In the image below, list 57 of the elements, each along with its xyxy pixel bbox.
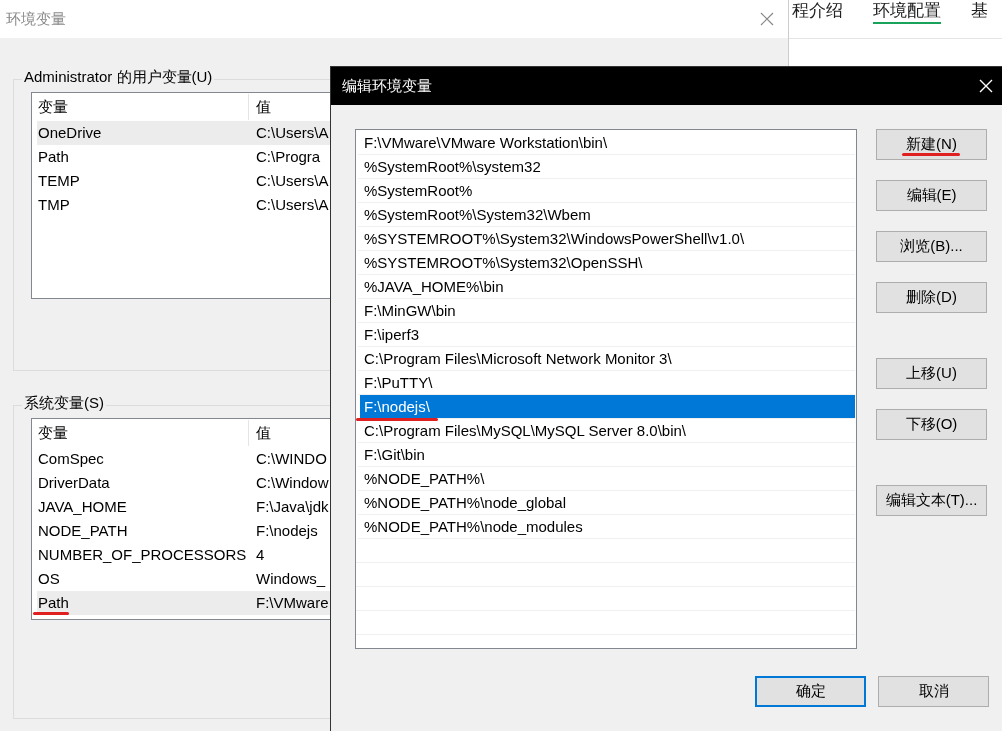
variable-value: C:\Users\A <box>255 195 329 215</box>
path-entry[interactable]: F:\MinGW\bin <box>358 299 855 323</box>
variable-value: C:\Window <box>255 473 329 493</box>
ok-button[interactable]: 确定 <box>755 676 866 707</box>
side-button[interactable]: 编辑文本(T)... <box>876 485 987 516</box>
path-entry[interactable]: %SystemRoot%\system32 <box>358 155 855 179</box>
column-header[interactable]: 值 <box>249 94 271 120</box>
variable-name: JAVA_HOME <box>37 497 128 517</box>
side-button[interactable]: 删除(D) <box>876 282 987 313</box>
path-entry[interactable]: %NODE_PATH%\node_modules <box>358 515 855 539</box>
page-tab[interactable]: 程介绍 <box>792 0 843 24</box>
column-header[interactable]: 变量 <box>32 94 249 120</box>
path-entry[interactable]: F:\VMware\VMware Workstation\bin\ <box>358 131 855 155</box>
path-entry[interactable]: C:\Program Files\Microsoft Network Monitor 3\ <box>358 347 855 371</box>
variable-name: DriverData <box>37 473 111 493</box>
side-button[interactable]: 编辑(E) <box>876 180 987 211</box>
variable-value: C:\WINDO <box>255 449 327 469</box>
window-title: 环境变量 <box>6 9 66 29</box>
path-entry[interactable]: %NODE_PATH%\ <box>358 467 855 491</box>
path-entry[interactable]: F:\Git\bin <box>358 443 855 467</box>
path-entry[interactable]: %NODE_PATH%\node_global <box>358 491 855 515</box>
path-entry[interactable]: C:\Program Files\MySQL\MySQL Server 8.0\bin\ <box>358 419 855 443</box>
cancel-button[interactable]: 取消 <box>878 676 989 707</box>
column-header[interactable]: 变量 <box>32 420 249 446</box>
variable-name: Path <box>37 147 70 167</box>
variable-name: NUMBER_OF_PROCESSORS <box>37 545 248 565</box>
variable-name: Path <box>37 593 70 613</box>
variable-value: C:\Users\A <box>255 171 329 191</box>
group-label: 系统变量(S) <box>22 394 106 413</box>
variable-name: NODE_PATH <box>37 521 129 541</box>
path-entry[interactable]: %SystemRoot%\System32\Wbem <box>358 203 855 227</box>
path-entry[interactable]: %SYSTEMROOT%\System32\WindowsPowerShell\v1.0\ <box>358 227 855 251</box>
variable-name: TEMP <box>37 171 81 191</box>
path-entry[interactable]: %SYSTEMROOT%\System32\OpenSSH\ <box>358 251 855 275</box>
variable-value: C:\Users\A <box>255 123 329 143</box>
variable-name: OneDrive <box>37 123 103 143</box>
variable-value: F:\VMware <box>255 593 329 613</box>
variable-value: Windows_ <box>255 569 326 589</box>
side-button[interactable]: 下移(O) <box>876 409 987 440</box>
variable-value: C:\Progra <box>255 147 321 167</box>
variable-value: F:\nodejs <box>255 521 318 541</box>
variable-name: TMP <box>37 195 71 215</box>
variable-value: F:\Java\jdk <box>255 497 329 517</box>
group-label: Administrator 的用户变量(U) <box>22 68 215 87</box>
variable-name: ComSpec <box>37 449 105 469</box>
side-button[interactable]: 浏览(B)... <box>876 231 987 262</box>
path-entry[interactable]: %JAVA_HOME%\bin <box>358 275 855 299</box>
variable-value: 4 <box>255 545 265 565</box>
page-tab[interactable]: 基 <box>971 0 988 24</box>
path-entry[interactable]: %SystemRoot% <box>358 179 855 203</box>
column-header[interactable]: 值 <box>249 420 271 446</box>
dialog-title: 编辑环境变量 <box>342 76 432 96</box>
side-button[interactable]: 上移(U) <box>876 358 987 389</box>
variable-name: OS <box>37 569 61 589</box>
page-tab[interactable]: 环境配置 <box>873 0 941 24</box>
path-entry[interactable]: F:\iperf3 <box>358 323 855 347</box>
side-button[interactable]: 新建(N) <box>876 129 987 160</box>
